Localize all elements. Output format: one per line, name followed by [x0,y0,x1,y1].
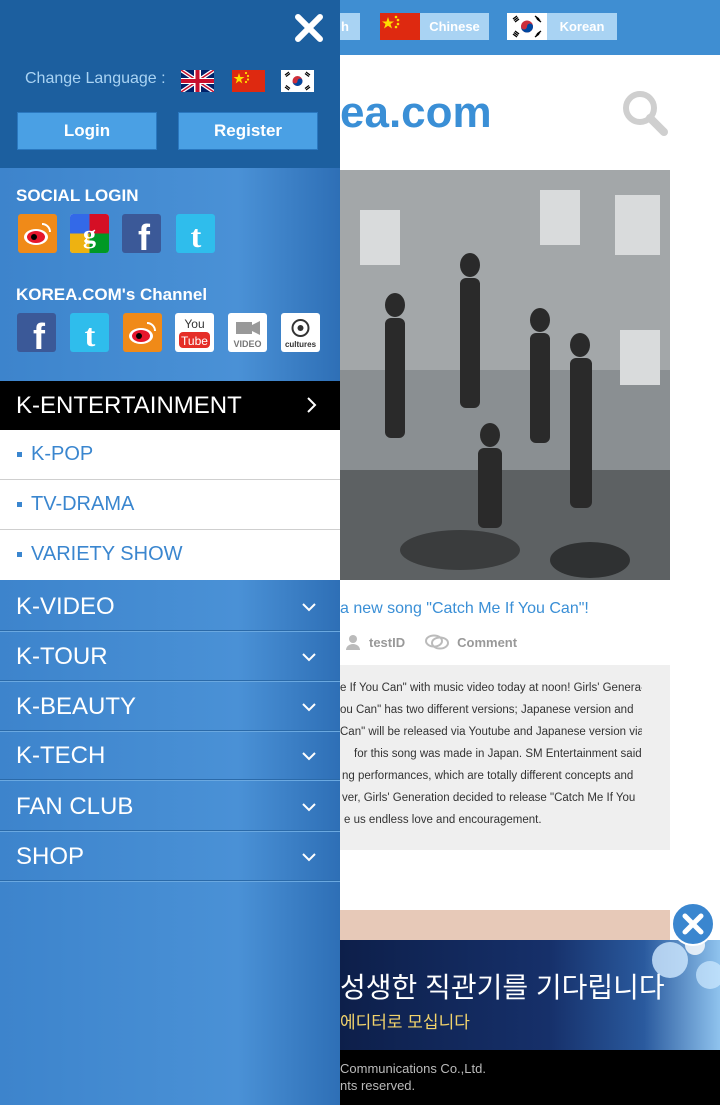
menu-label: K-TECH [16,742,106,769]
chinese-language-label: Chinese [429,19,480,34]
submenu-label: K-POP [31,443,94,465]
comment-link[interactable]: Comment [457,635,517,650]
footer-company: Communications Co.,Ltd. [340,1061,486,1076]
menu-label: SHOP [16,843,85,870]
submenu-k-pop[interactable]: K-POP [0,430,340,480]
close-icon[interactable] [293,12,325,44]
twitter-icon[interactable]: t [70,313,109,352]
login-button[interactable]: Login [17,112,157,150]
article-line: e us endless love and encouragement. [344,814,542,826]
twitter-icon[interactable]: t [176,214,215,253]
menu-k-video[interactable]: K-VIDEO [0,581,340,631]
submenu-label: TV-DRAMA [31,493,135,515]
social-login-label: SOCIAL LOGIN [16,186,139,205]
chevron-down-icon [302,803,316,812]
user-icon [346,635,360,650]
article-hero-image[interactable] [340,170,670,580]
change-language-label: Change Language : [25,70,166,87]
menu-label: K-BEAUTY [16,693,137,720]
article-meta: testID Comment [345,634,517,650]
svg-text:f: f [138,217,151,253]
drawer-header: Change Language : Login Register [0,0,340,168]
chevron-down-icon [302,653,316,662]
video-icon[interactable]: VIDEO [228,313,267,352]
menu-label: K-ENTERTAINMENT [16,392,242,419]
uk-flag-icon[interactable] [181,70,214,92]
china-flag-icon [380,13,420,40]
china-flag-icon[interactable] [232,70,265,92]
menu-label: K-VIDEO [16,593,115,620]
article-author: testID [369,634,406,650]
facebook-icon[interactable]: f [17,313,56,352]
video-icon-label: VIDEO [233,339,262,349]
search-icon[interactable] [620,88,670,138]
svg-text:Tube: Tube [181,334,208,348]
svg-text:You: You [184,317,204,331]
footer: Communications Co.,Ltd. nts reserved. [340,1050,720,1105]
advertisement-banner[interactable]: 성생한 직관기를 기다립니다 에디터로 모십니다 [340,940,720,1050]
svg-text:f: f [33,316,46,352]
ad-close-button[interactable] [671,902,715,946]
chevron-down-icon [302,703,316,712]
side-drawer-menu: Change Language : Login Register SOCIAL … [0,0,340,1105]
footer-rights: nts reserved. [340,1078,416,1093]
article-body: e If You Can" with music video today at … [340,665,670,850]
article-line: e If You Can" with music video today at … [340,682,642,694]
bullet-icon [17,502,22,507]
facebook-icon[interactable]: f [122,214,161,253]
register-button[interactable]: Register [178,112,318,150]
bullet-icon [17,452,22,457]
chinese-language-button[interactable]: Chinese [380,13,489,40]
submenu-tv-drama[interactable]: TV-DRAMA [0,480,340,530]
hero-photo [340,170,670,580]
channel-label: KOREA.COM's Channel [16,285,208,304]
submenu-variety-show[interactable]: VARIETY SHOW [0,530,340,580]
menu-label: K-TOUR [16,643,108,670]
chevron-down-icon [302,752,316,761]
menu-k-tour[interactable]: K-TOUR [0,631,340,681]
korean-language-label: Korean [559,19,605,34]
ad-subline: 에디터로 모십니다 [340,1013,470,1032]
article-line: for this song was made in Japan. SM Ente… [354,748,642,760]
chevron-right-icon [307,397,317,413]
submenu-label: VARIETY SHOW [31,543,183,565]
menu-k-entertainment[interactable]: K-ENTERTAINMENT [0,381,340,430]
menu-k-beauty[interactable]: K-BEAUTY [0,681,340,731]
chevron-down-icon [302,853,316,862]
korea-flag-icon[interactable] [281,70,314,92]
korea-flag-icon [507,13,547,40]
article-line: ou Can" has two different versions; Japa… [340,704,634,716]
comment-icon [425,634,450,650]
weibo-icon[interactable] [18,214,57,253]
article-line: ng performances, which are totally diffe… [342,770,634,782]
article-title[interactable]: a new song "Catch Me If You Can"! [340,600,589,618]
menu-label: FAN CLUB [16,793,134,820]
bullet-icon [17,552,22,557]
chevron-down-icon [302,603,316,612]
youtube-icon[interactable]: You Tube [175,313,214,352]
korean-language-button[interactable]: Korean [507,13,617,40]
site-logo[interactable]: ea.com [340,88,492,138]
close-icon [682,913,704,935]
ad-headline: 성생한 직관기를 기다립니다 [340,972,665,1003]
svg-text:t: t [85,317,96,352]
weibo-icon[interactable] [123,313,162,352]
svg-text:g: g [83,220,96,249]
menu-fan-club[interactable]: FAN CLUB [0,781,340,831]
google-icon[interactable]: g [70,214,109,253]
article-line: Can" will be released via Youtube and Ja… [340,726,642,738]
kcultures-icon-label: cultures [284,340,317,349]
menu-k-tech[interactable]: K-TECH [0,730,340,780]
svg-text:t: t [191,218,202,253]
kcultures-icon[interactable]: cultures [281,313,320,352]
article-line: ver, Girls' Generation decided to releas… [342,792,636,804]
menu-shop[interactable]: SHOP [0,831,340,881]
